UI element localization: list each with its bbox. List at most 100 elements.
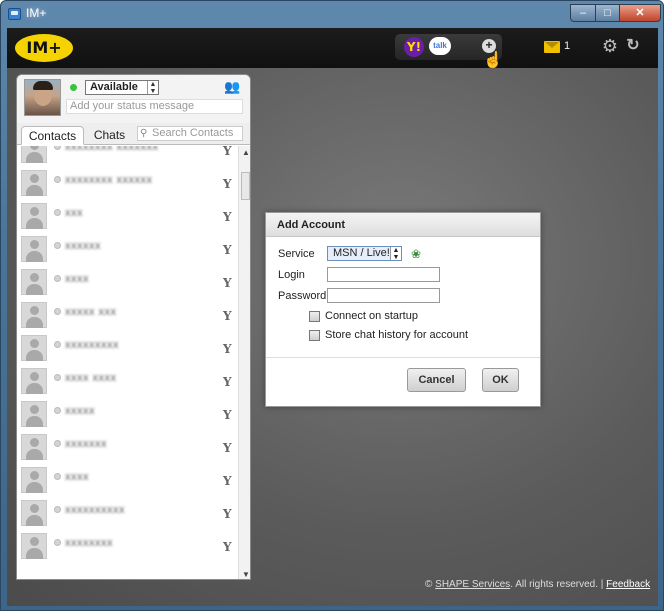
contact-name: xxxxx — [65, 405, 95, 417]
contact-row[interactable]: xxxxxx Y — [17, 233, 238, 266]
contact-avatar-icon — [21, 467, 47, 493]
add-account-dialog: Add Account Service MSN / Live! ▲ ▼ ❀ Log… — [265, 212, 541, 407]
contact-avatar-icon — [21, 368, 47, 394]
mail-icon[interactable] — [544, 41, 560, 53]
contact-avatar-icon — [21, 401, 47, 427]
avatar[interactable] — [24, 79, 61, 116]
contact-avatar-icon — [21, 269, 47, 295]
yahoo-icon: Y — [223, 408, 232, 422]
chevron-updown-icon: ▲ ▼ — [390, 247, 401, 261]
presence-icon — [70, 84, 77, 91]
rights-text: . All rights reserved. | — [510, 579, 604, 590]
contact-name: xxxxx xxx — [65, 306, 117, 318]
presence-icon — [54, 242, 61, 249]
close-button[interactable]: ✕ — [619, 4, 661, 22]
yahoo-icon: Y — [223, 243, 232, 257]
contact-avatar-icon — [21, 203, 47, 229]
status-value: Available — [90, 81, 138, 93]
yahoo-icon: Y — [223, 441, 232, 455]
contact-row[interactable]: xxxxxxxx xxxxxx Y — [17, 167, 238, 200]
service-label: Service — [278, 248, 315, 260]
service-value: MSN / Live! — [333, 247, 390, 259]
msn-icon: ❀ — [411, 247, 422, 261]
contact-row[interactable]: xxxxxxxx xxxxxxx Y — [17, 146, 238, 167]
feedback-link[interactable]: Feedback — [606, 579, 650, 590]
cancel-button[interactable]: Cancel — [407, 368, 466, 392]
dialog-divider — [266, 357, 540, 358]
contact-name: xxx — [65, 207, 83, 219]
im-plus-logo: IM+ — [15, 34, 73, 62]
presence-icon — [54, 440, 61, 447]
presence-icon — [54, 473, 61, 480]
contact-row[interactable]: xxxx Y — [17, 266, 238, 299]
add-contact-icon[interactable]: 👥 — [224, 79, 242, 95]
maximize-button[interactable]: □ — [595, 4, 620, 22]
scroll-thumb[interactable] — [241, 172, 250, 200]
yahoo-icon: Y — [223, 177, 232, 191]
contact-avatar-icon — [21, 236, 47, 262]
contact-row[interactable]: xxxxx Y — [17, 398, 238, 431]
yahoo-icon: Y — [223, 342, 232, 356]
contact-name: xxxxxxxx — [65, 537, 113, 549]
client-area: IM+ Y! talk + 1 ⚙ ↻ ☝ Available ▲ ▼ 👥 Add… — [7, 28, 658, 606]
status-select[interactable]: Available ▲ ▼ — [85, 80, 159, 95]
company-link[interactable]: SHAPE Services — [435, 579, 510, 590]
presence-icon — [54, 176, 61, 183]
yahoo-icon: Y — [223, 309, 232, 323]
contact-name: xxxx — [65, 471, 89, 483]
presence-icon — [54, 374, 61, 381]
tab-contacts[interactable]: Contacts — [21, 126, 84, 145]
scroll-down-icon[interactable]: ▼ — [242, 570, 250, 579]
contact-row[interactable]: xxxx xxxx Y — [17, 365, 238, 398]
dialog-header: Add Account — [266, 213, 540, 237]
contact-row[interactable]: xxxxxxxxx Y — [17, 332, 238, 365]
top-bar: IM+ Y! talk + 1 ⚙ ↻ — [7, 28, 658, 68]
gtalk-service-icon[interactable]: talk — [429, 37, 451, 55]
contact-list: xxxxxxxx xxxxxxx Yxxxxxxxx xxxxxx Yxxx Yxxx… — [17, 146, 238, 579]
contact-row[interactable]: xxxxxxx Y — [17, 431, 238, 464]
store-history-checkbox[interactable] — [309, 330, 320, 341]
presence-icon — [54, 209, 61, 216]
tab-chats[interactable]: Chats — [87, 126, 132, 145]
yahoo-icon: Y — [223, 474, 232, 488]
app-window: IM+ – □ ✕ IM+ Y! talk + 1 ⚙ ↻ ☝ Availabl… — [0, 0, 664, 611]
contact-row[interactable]: xxxxxxxxxx Y — [17, 497, 238, 530]
password-input[interactable] — [327, 288, 440, 303]
store-history-label: Store chat history for account — [325, 329, 469, 341]
title-bar[interactable]: IM+ – □ ✕ — [1, 1, 663, 27]
presence-icon — [54, 407, 61, 414]
presence-icon — [54, 506, 61, 513]
contact-name: xxxxxx — [65, 240, 101, 252]
contact-list-scrollbar[interactable]: ▲ ▼ — [238, 146, 250, 579]
password-label: Password — [278, 290, 327, 302]
yahoo-icon: Y — [223, 507, 232, 521]
panel-tabs: Contacts Chats ⚲ Search Contacts — [17, 123, 250, 145]
contact-avatar-icon — [21, 335, 47, 361]
yahoo-service-icon[interactable]: Y! — [404, 37, 424, 57]
login-input[interactable] — [327, 267, 440, 282]
scroll-up-icon[interactable]: ▲ — [242, 148, 250, 157]
status-message-input[interactable]: Add your status message — [66, 99, 243, 114]
contact-row[interactable]: xxxx Y — [17, 464, 238, 497]
mail-count: 1 — [564, 40, 571, 52]
contact-row[interactable]: xxx Y — [17, 200, 238, 233]
search-contacts-input[interactable]: ⚲ Search Contacts — [137, 126, 243, 141]
contact-row[interactable]: xxxxxxxx Y — [17, 530, 238, 563]
contact-avatar-icon — [21, 434, 47, 460]
ok-button[interactable]: OK — [482, 368, 519, 392]
service-select[interactable]: MSN / Live! ▲ ▼ — [327, 246, 402, 261]
contact-row[interactable]: xxxxx xxx Y — [17, 299, 238, 332]
contact-name: xxxx xxxx — [65, 372, 117, 384]
hand-cursor-icon: ☝ — [483, 52, 503, 69]
contact-name: xxxxxxx — [65, 438, 107, 450]
connect-on-startup-checkbox[interactable] — [309, 311, 320, 322]
login-label: Login — [278, 269, 305, 281]
window-title: IM+ — [26, 6, 47, 20]
settings-gear-icon[interactable]: ⚙ — [601, 37, 619, 55]
contact-name: xxxxxxxx xxxxxxx — [65, 146, 159, 153]
add-service-button[interactable]: + — [482, 39, 496, 53]
presence-icon — [54, 275, 61, 282]
sign-out-icon[interactable]: ↻ — [624, 37, 642, 55]
minimize-button[interactable]: – — [570, 4, 596, 22]
contact-avatar-icon — [21, 500, 47, 526]
